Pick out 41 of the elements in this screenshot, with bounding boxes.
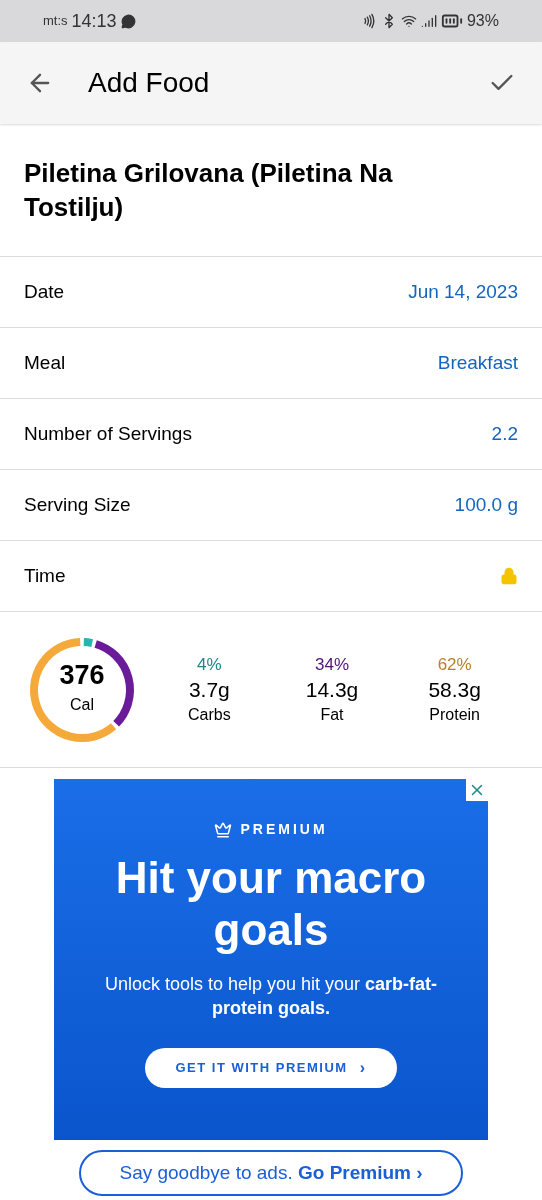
macro-amount: 58.3g [428,677,481,704]
get-premium-button[interactable]: GET IT WITH PREMIUM › [145,1048,397,1088]
screen-title: Add Food [88,66,211,100]
macro-amount: 14.3g [305,677,359,704]
field-value: Jun 14, 2023 [408,279,518,304]
macro-name: Fat [320,705,344,726]
field-row[interactable]: Serving Size 100.0 g [0,470,542,541]
field-label: Number of Servings [24,421,192,446]
field-label: Time [24,563,66,588]
lock-icon [500,567,518,585]
battery-percent: 93% [466,11,499,31]
field-value: Breakfast [437,350,518,375]
ad-headline: Hit your macro goals [114,852,428,956]
macro-name: Carbs [188,705,231,726]
field-label: Meal [24,350,66,375]
calorie-unit: Cal [70,695,94,715]
macro-percent: 34% [314,653,349,676]
wifi-icon [400,13,417,29]
crown-icon [214,820,233,839]
go-premium-button[interactable]: Say goodbye to ads. Go Premium › [79,1150,463,1196]
ad-body: Unlock tools to help you hit your carb-fat-protein goals. [103,973,439,1020]
macro-percent: 4% [197,653,222,676]
calorie-count: 376 [59,662,105,689]
field-row[interactable]: Date Jun 14, 2023 [0,257,542,328]
field-label: Date [24,279,65,304]
ad-banner[interactable]: PREMIUM Hit your macro goals Unlock tools to help you hit your carb-fat-protein goals. GET IT WITH PREMIUM › [54,779,488,1140]
macro-amount: 3.7g [188,677,230,704]
macro-percent: 62% [437,653,472,676]
field-row[interactable]: Time [0,541,542,612]
signal-icon [420,13,437,29]
clock-time: 14:13 [71,9,117,33]
field-value: 2.2 [491,421,518,446]
field-label: Serving Size [24,492,131,517]
macro-name: Protein [429,705,480,726]
food-name: Piletina Grilovana (Piletina Na Tostilju) [24,157,394,224]
field-value: 100.0 g [454,492,518,517]
field-row[interactable]: Number of Servings 2.2 [0,399,542,470]
carrier-label: mt:s [43,12,68,31]
message-icon [120,13,136,29]
field-row[interactable]: Meal Breakfast [0,328,542,399]
ad-eyebrow: PREMIUM [240,820,328,839]
